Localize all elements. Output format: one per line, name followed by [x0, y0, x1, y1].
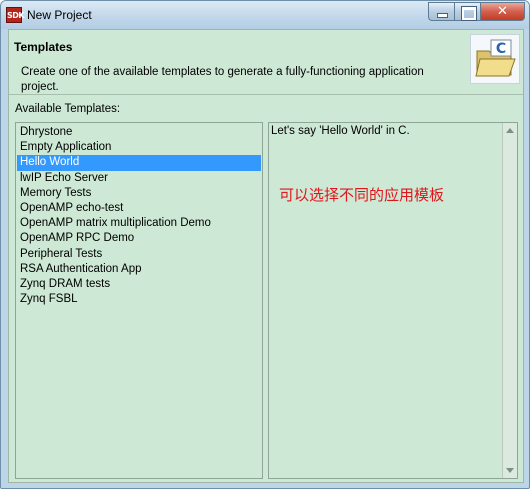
annotation-text: 可以选择不同的应用模板 [279, 186, 445, 204]
template-item[interactable]: Empty Application [17, 140, 261, 155]
template-item[interactable]: OpenAMP matrix multiplication Demo [17, 216, 261, 231]
template-item[interactable]: OpenAMP echo-test [17, 201, 261, 216]
sdk-app-icon: SDK [6, 7, 25, 23]
template-item[interactable]: Zynq DRAM tests [17, 277, 261, 292]
close-icon: ✕ [497, 4, 508, 19]
folder-c-icon-graphic: C [475, 39, 516, 77]
minimize-button[interactable] [428, 2, 455, 21]
template-item[interactable]: Zynq FSBL [17, 292, 261, 307]
folder-c-icon: C [470, 34, 520, 84]
window-title: New Project [27, 8, 92, 22]
description-scrollbar[interactable] [502, 123, 517, 478]
template-item[interactable]: lwIP Echo Server [17, 171, 261, 186]
template-description-panel: Let's say 'Hello World' in C. 可以选择不同的应用模… [268, 122, 518, 479]
maximize-button[interactable] [454, 2, 481, 21]
available-templates-label: Available Templates: [15, 103, 121, 115]
close-button[interactable]: ✕ [480, 2, 525, 21]
templates-list[interactable]: Dhrystone Empty Application Hello World lwI… [15, 122, 263, 479]
templates-list-items: Dhrystone Empty Application Hello World lwI… [16, 123, 262, 307]
template-item[interactable]: Memory Tests [17, 186, 261, 201]
template-item[interactable]: RSA Authentication App [17, 262, 261, 277]
new-project-window: SDK New Project ✕ Templates Create one o… [0, 0, 530, 489]
maximize-icon [461, 6, 477, 21]
dialog-body: Templates Create one of the available te… [8, 29, 524, 483]
scroll-down-icon[interactable] [506, 468, 514, 473]
page-description: Create one of the available templates to… [21, 66, 424, 93]
template-item[interactable]: Peripheral Tests [17, 247, 261, 262]
template-item[interactable]: OpenAMP RPC Demo [17, 231, 261, 246]
template-item[interactable]: Hello World [17, 155, 261, 171]
scroll-up-icon[interactable] [506, 128, 514, 133]
page-title: Templates [14, 40, 73, 54]
template-item[interactable]: Dhrystone [17, 125, 261, 140]
svg-text:C: C [496, 41, 506, 57]
title-bar[interactable]: SDK New Project ✕ [1, 1, 529, 29]
template-description: Let's say 'Hello World' in C. [271, 125, 410, 137]
templates-header: Templates Create one of the available te… [9, 30, 523, 95]
minimize-icon [437, 13, 448, 18]
